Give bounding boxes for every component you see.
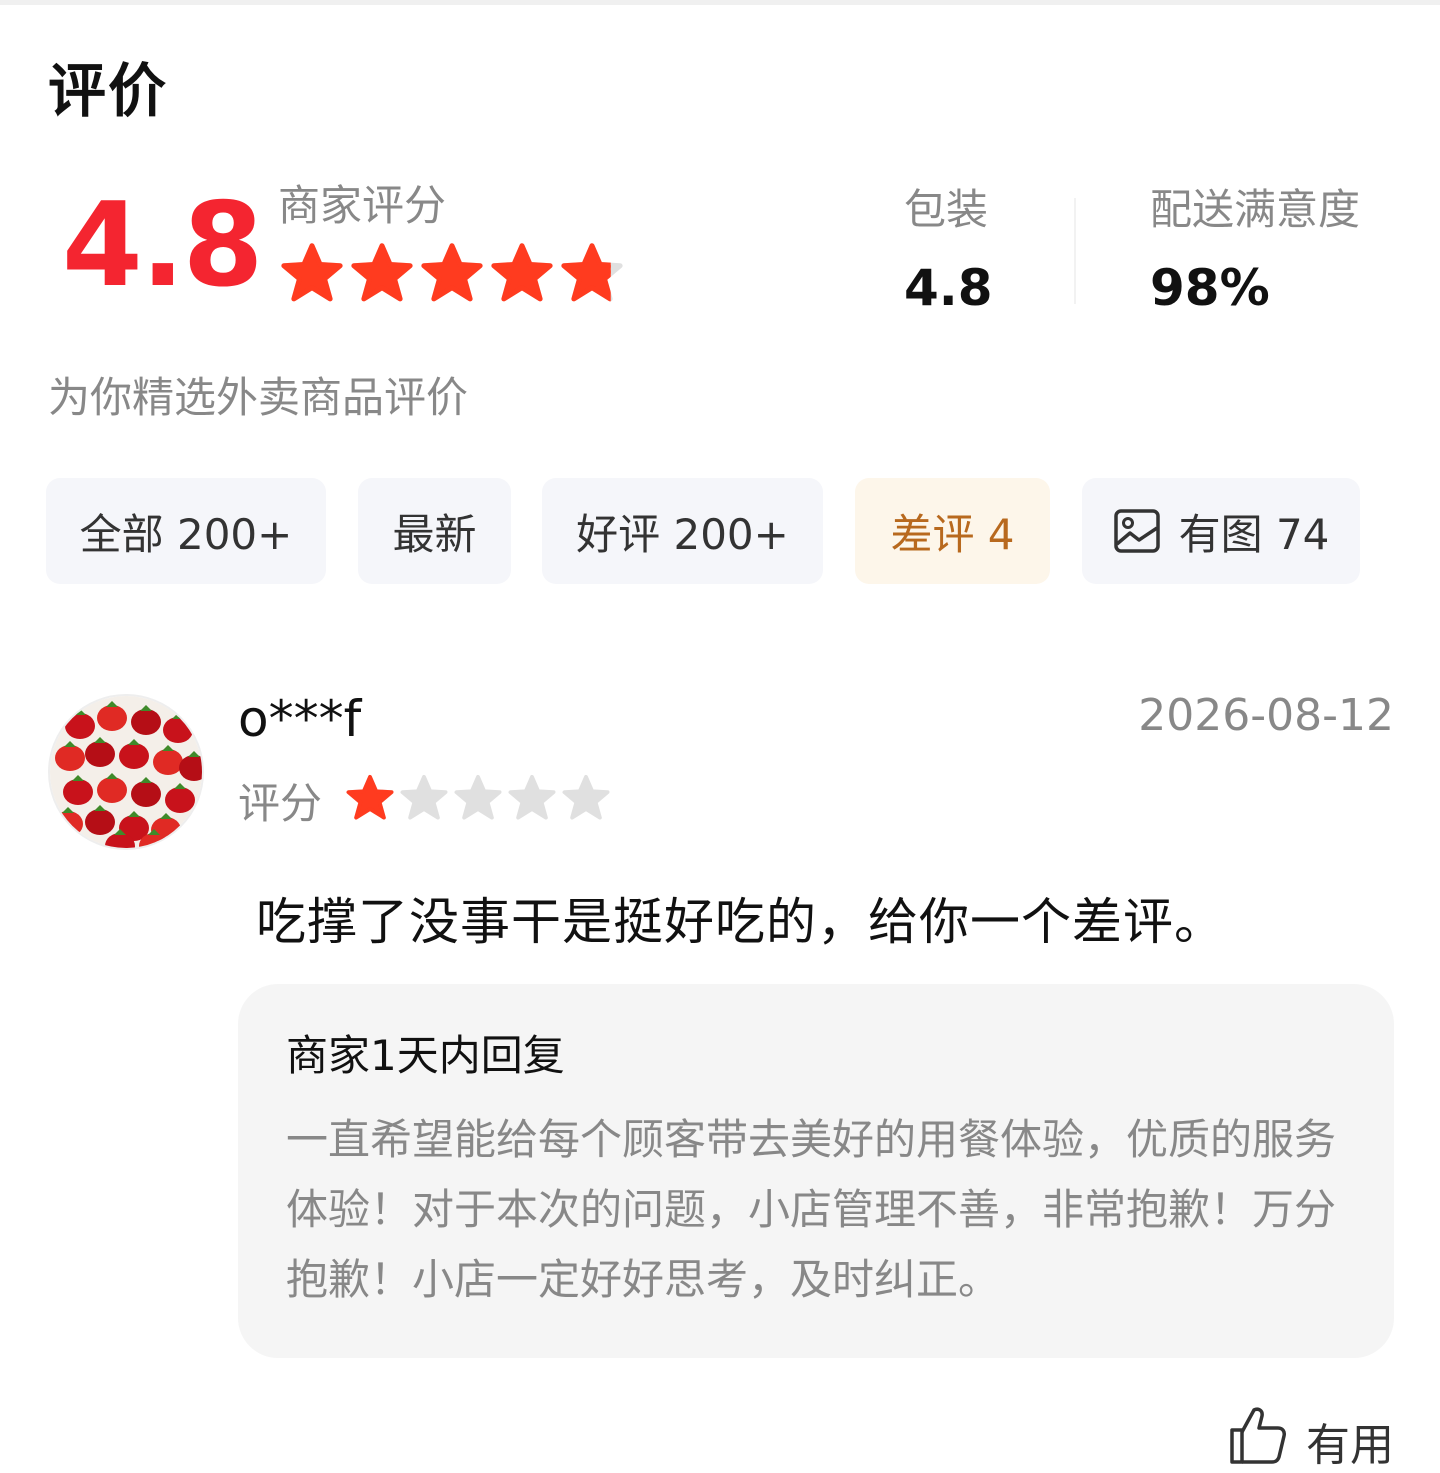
top-divider — [0, 0, 1440, 5]
packaging-label: 包装 — [904, 185, 989, 234]
filter-all[interactable]: 全部 200+ — [46, 478, 326, 584]
filter-latest[interactable]: 最新 — [358, 478, 511, 584]
rating-label: 评分 — [238, 779, 323, 828]
filter-positive-label: 好评 200+ — [576, 509, 789, 559]
metric-divider — [1074, 198, 1076, 304]
delivery-metric: 配送满意度 98% — [1150, 176, 1360, 317]
filter-latest-label: 最新 — [392, 509, 477, 559]
review-star-2 — [400, 774, 448, 820]
page-title: 评价 — [48, 57, 169, 125]
review-star-3 — [454, 774, 502, 820]
merchant-star-1 — [281, 243, 343, 302]
merchant-star-2 — [351, 243, 413, 302]
merchant-score-label: 商家评分 — [278, 181, 447, 230]
review-star-4 — [508, 774, 556, 820]
strawberry-avatar-image — [50, 696, 202, 848]
avatar[interactable] — [48, 694, 204, 850]
merchant-star-4 — [491, 243, 553, 302]
filter-negative-label: 差评 4 — [890, 509, 1015, 559]
review-star-5 — [562, 774, 610, 820]
merchant-reply: 商家1天内回复 一直希望能给每个顾客带去美好的用餐体验，优质的服务体验！对于本次… — [238, 984, 1394, 1358]
useful-label: 有用 — [1306, 1419, 1394, 1471]
filter-bar: 全部 200+ 最新 好评 200+ 差评 4 有图 74 — [0, 478, 1440, 584]
useful-button[interactable]: 有用 — [1228, 1404, 1394, 1473]
merchant-score: 4.8 — [62, 178, 263, 313]
delivery-value: 98% — [1150, 259, 1270, 317]
packaging-metric: 包装 4.8 — [904, 176, 993, 317]
merchant-star-rating — [280, 242, 624, 302]
review-star-rating — [346, 774, 610, 820]
merchant-star-3 — [421, 243, 483, 302]
image-icon — [1113, 508, 1161, 554]
filter-all-label: 全部 200+ — [79, 509, 293, 559]
filter-positive[interactable]: 好评 200+ — [542, 478, 823, 584]
filter-negative[interactable]: 差评 4 — [855, 478, 1050, 584]
filter-with-photos[interactable]: 有图 74 — [1082, 478, 1360, 584]
review-comment: 吃撑了没事干是挺好吃的，给你一个差评。 — [256, 893, 1225, 951]
review-date: 2026-08-12 — [1138, 690, 1394, 741]
section-subtitle: 为你精选外卖商品评价 — [48, 373, 469, 422]
delivery-label: 配送满意度 — [1150, 185, 1361, 234]
packaging-value: 4.8 — [904, 259, 993, 317]
thumbs-up-icon — [1228, 1404, 1306, 1473]
reviewer-username: o***f — [238, 690, 362, 748]
filter-with-photos-label: 有图 74 — [1178, 509, 1330, 559]
merchant-star-5 — [561, 243, 623, 302]
reply-title: 商家1天内回复 — [286, 1031, 565, 1080]
review-star-1 — [346, 774, 394, 820]
reply-body: 一直希望能给每个顾客带去美好的用餐体验，优质的服务体验！对于本次的问题，小店管理… — [286, 1115, 1337, 1304]
